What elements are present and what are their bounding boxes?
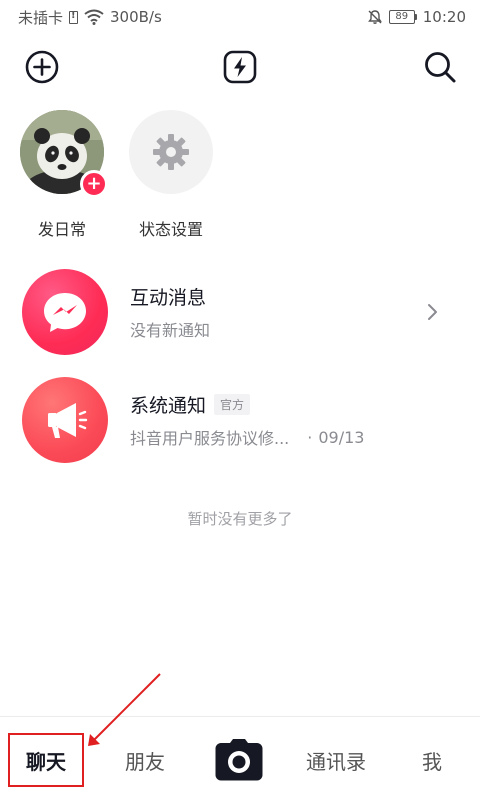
tab-me[interactable]: 我 <box>404 717 460 802</box>
network-speed: 300B/s <box>110 8 162 26</box>
flash-icon <box>223 50 257 84</box>
add-icon <box>25 50 59 84</box>
battery-level: 89 <box>388 10 415 24</box>
sim-icon <box>69 10 79 24</box>
add-button[interactable] <box>19 44 65 90</box>
message-subtitle: 没有新通知 <box>130 321 211 340</box>
gear-icon <box>153 134 189 170</box>
mute-icon <box>367 10 382 24</box>
avatar[interactable]: + <box>20 110 108 198</box>
story-status-settings[interactable]: 状态设置 <box>121 110 221 240</box>
interactive-message-subtitle: 没有新通知 <box>130 317 440 341</box>
battery-icon: 89 <box>388 10 417 24</box>
tab-chat[interactable]: 聊天 <box>8 717 84 802</box>
message-date: 09/13 <box>318 427 365 447</box>
message-title: 系统通知 <box>130 394 207 417</box>
status-settings-circle[interactable] <box>129 110 213 194</box>
message-subtitle: 抖音用户服务协议修... <box>130 429 290 448</box>
story-label-status: 状态设置 <box>138 220 203 239</box>
interactive-message-icon <box>44 293 86 332</box>
top-toolbar <box>0 44 480 90</box>
system-notification-text: 系统通知 官方 抖音用户服务协议修... · 09/13 <box>130 391 440 449</box>
wifi-icon <box>84 9 104 25</box>
story-row: + 发日常 状态设置 <box>0 110 480 240</box>
story-post-daily[interactable]: + 发日常 <box>12 110 112 240</box>
system-notification-subtitle: 抖音用户服务协议修... · 09/13 <box>130 425 440 449</box>
official-badge: 官方 <box>214 393 251 415</box>
list-end-text: 暂时没有更多了 <box>187 510 293 528</box>
story-label-post: 发日常 <box>37 220 86 239</box>
search-icon <box>425 52 456 83</box>
search-button[interactable] <box>417 44 463 90</box>
flash-button[interactable] <box>217 44 263 90</box>
status-bar: 未插卡 300B/s 89 10:20 <box>0 0 480 34</box>
interactive-message-text: 互动消息 没有新通知 <box>130 283 440 341</box>
bottom-nav: 聊天 朋友 通讯录 我 <box>0 716 480 802</box>
plus-icon[interactable]: + <box>80 170 108 198</box>
camera-button[interactable] <box>206 717 272 802</box>
camera-icon <box>215 739 263 781</box>
system-notification-avatar <box>22 377 108 463</box>
tab-friends[interactable]: 朋友 <box>108 717 182 802</box>
tab-contacts[interactable]: 通讯录 <box>296 717 376 802</box>
message-title: 互动消息 <box>130 286 207 309</box>
status-bar-right: 89 10:20 <box>367 8 466 26</box>
carrier-label: 未插卡 <box>18 8 64 27</box>
chevron-right-icon <box>428 304 437 320</box>
list-item-interactive-messages[interactable]: 互动消息 没有新通知 <box>0 264 480 360</box>
megaphone-icon <box>48 403 88 438</box>
interactive-message-avatar <box>22 269 108 355</box>
interactive-message-title: 互动消息 <box>130 283 440 309</box>
separator-dot: · <box>307 427 313 447</box>
status-bar-left: 未插卡 300B/s <box>18 7 162 28</box>
system-notification-title: 系统通知 官方 <box>130 391 440 417</box>
clock: 10:20 <box>422 8 466 26</box>
list-item-system-notification[interactable]: 系统通知 官方 抖音用户服务协议修... · 09/13 <box>0 372 480 468</box>
